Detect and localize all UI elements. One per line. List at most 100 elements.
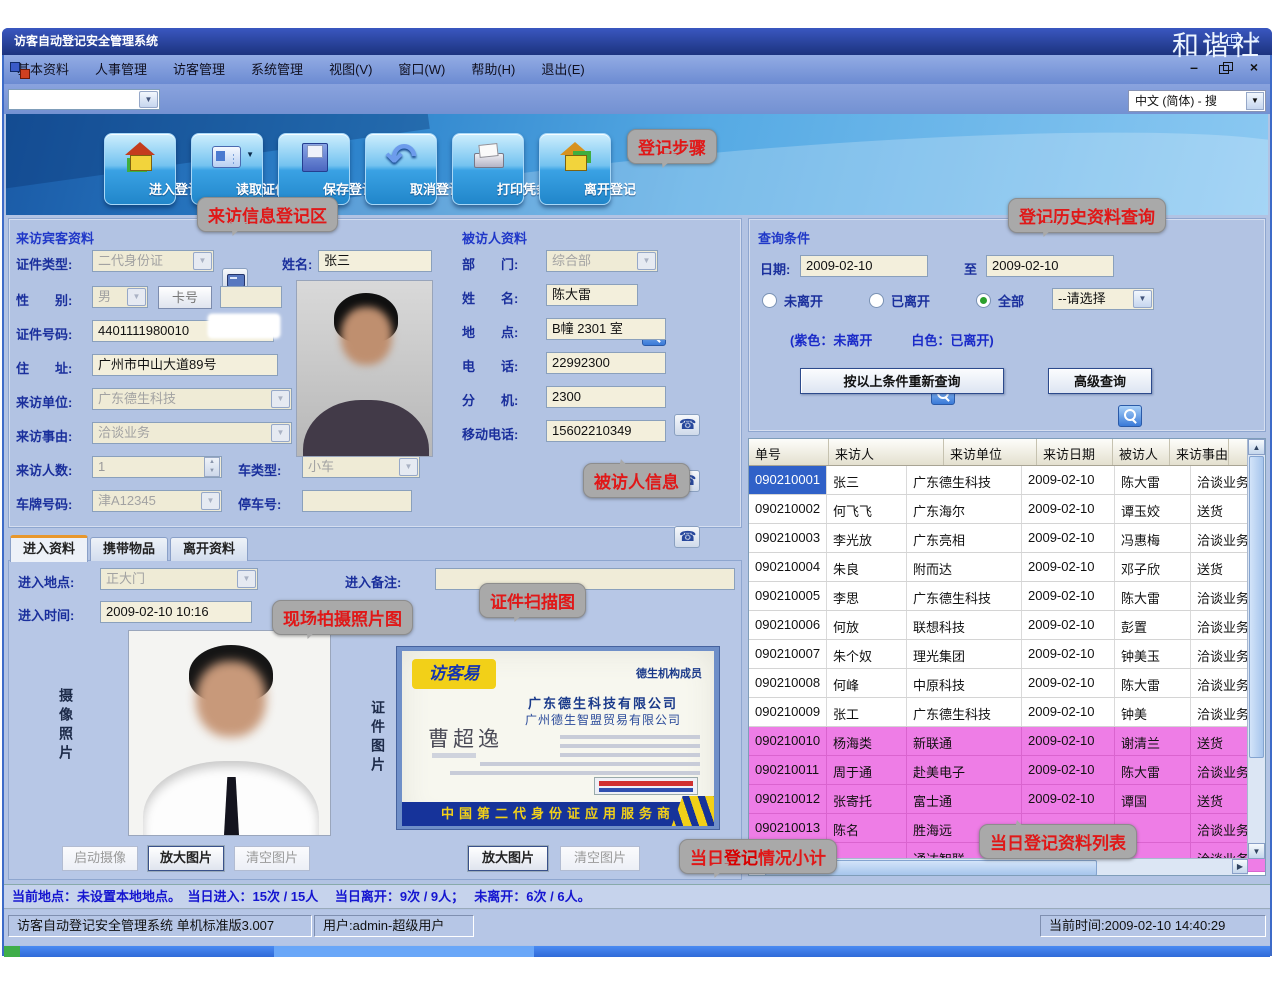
scroll-up-icon[interactable]: ▲ xyxy=(1248,439,1265,455)
tab[interactable]: 进入资料 xyxy=(10,535,88,562)
date-to-field[interactable]: 2009-02-10 xyxy=(986,255,1114,277)
card-action-button[interactable]: 清空图片 xyxy=(560,846,640,871)
table-row[interactable]: 090210008 何峰 中原科技 2009-02-10 陈大雷 洽谈业务 xyxy=(749,669,1265,698)
toolbar-button[interactable]: 离开登记 xyxy=(539,133,611,205)
table-row[interactable]: 090210005 李思 广东德生科技 2009-02-10 陈大雷 洽谈业务 xyxy=(749,582,1265,611)
menu-item[interactable]: 帮助(H) xyxy=(458,55,528,84)
stepper-arrows-icon[interactable]: ▲▼ xyxy=(204,457,220,477)
table-row[interactable]: 090210003 李光放 广东亮相 2009-02-10 冯惠梅 洽谈业务 xyxy=(749,524,1265,553)
ext-field[interactable]: 2300 xyxy=(546,386,666,408)
toolbar-button[interactable]: 保存登记 xyxy=(278,133,350,205)
filter-select[interactable]: --请选择▼ xyxy=(1052,288,1154,310)
radio-icon[interactable] xyxy=(762,293,777,308)
photo-action-button[interactable]: 放大图片 xyxy=(148,846,224,871)
visitor-name-field[interactable]: 张三 xyxy=(318,250,432,272)
chevron-down-icon[interactable]: ▼ xyxy=(1246,92,1264,110)
toolbar-button[interactable]: ▼ 读取证件 xyxy=(191,133,263,205)
parking-field[interactable] xyxy=(302,490,412,512)
date-to-picker-icon[interactable] xyxy=(1118,405,1142,427)
scroll-right-icon[interactable]: ▶ xyxy=(1232,859,1248,874)
menu-item[interactable]: 窗口(W) xyxy=(385,55,458,84)
table-row[interactable]: 090210011 周于通 赴美电子 2009-02-10 陈大雷 洽谈业务 xyxy=(749,756,1265,785)
scrollbar-thumb[interactable] xyxy=(1249,456,1264,758)
chevron-down-icon[interactable]: ▼ xyxy=(139,91,158,108)
dept-select[interactable]: 综合部▼ xyxy=(546,250,658,272)
table-column-header[interactable]: 来访人 xyxy=(829,439,944,465)
table-column-header[interactable]: 来访事由 xyxy=(1170,439,1229,465)
menu-item[interactable]: 系统管理 xyxy=(238,55,316,84)
quick-select-combobox[interactable]: ▼ xyxy=(8,89,160,110)
entry-note-label: 进入备注: xyxy=(345,572,401,591)
card-no-field[interactable] xyxy=(220,286,282,308)
table-row[interactable]: 090210001 张三 广东德生科技 2009-02-10 陈大雷 洽谈业务 xyxy=(749,466,1265,495)
chevron-down-icon[interactable]: ▼ xyxy=(237,570,256,588)
visit-reason-select[interactable]: 洽谈业务▼ xyxy=(92,422,292,444)
entry-place-select[interactable]: 正大门▼ xyxy=(100,568,258,590)
photo-action-button[interactable]: 清空图片 xyxy=(234,846,310,871)
plate-select[interactable]: 津A12345▼ xyxy=(92,490,222,512)
radio-option[interactable]: 全部 xyxy=(976,291,1024,310)
menu-item[interactable]: 人事管理 xyxy=(82,55,160,84)
vertical-scrollbar[interactable]: ▲ ▼ xyxy=(1247,439,1265,859)
cell-reason: 送货 xyxy=(1191,785,1248,813)
photo-action-button[interactable]: 启动摄像 xyxy=(62,846,138,871)
date-from-field[interactable]: 2009-02-10 xyxy=(800,255,928,277)
table-row[interactable]: 090210007 朱个奴 理光集团 2009-02-10 钟美玉 洽谈业务 xyxy=(749,640,1265,669)
menu-item[interactable]: 退出(E) xyxy=(528,55,597,84)
chevron-down-icon[interactable]: ▼ xyxy=(193,252,212,270)
card-contact-line xyxy=(560,744,700,748)
scroll-down-icon[interactable]: ▼ xyxy=(1248,843,1265,859)
toolbar-button[interactable]: 打印凭条 xyxy=(452,133,524,205)
tab[interactable]: 携带物品 xyxy=(90,537,168,561)
entry-time-field[interactable]: 2009-02-10 10:16 xyxy=(100,601,252,623)
phone-field[interactable]: 22992300 xyxy=(546,352,666,374)
chevron-down-icon[interactable]: ▼ xyxy=(127,288,146,306)
app-version-panel: 访客自动登记安全管理系统 单机标准版3.007 xyxy=(8,915,312,937)
dial-phone-icon[interactable] xyxy=(674,414,700,436)
radio-icon[interactable] xyxy=(976,293,991,308)
language-bar[interactable]: 中文 (简体) - 搜 ▼ xyxy=(1128,90,1266,112)
menu-item[interactable]: 视图(V) xyxy=(316,55,385,84)
chevron-down-icon[interactable]: ▼ xyxy=(271,424,290,442)
visitor-count-stepper[interactable]: 1 xyxy=(92,456,222,478)
table-column-header[interactable]: 单号 xyxy=(749,439,829,465)
cert-type-select[interactable]: 二代身份证▼ xyxy=(92,250,214,272)
cell-reason: 洽谈业务 xyxy=(1191,698,1248,726)
advanced-query-button[interactable]: 高级查询 xyxy=(1048,368,1152,394)
mobile-field[interactable]: 15602210349 xyxy=(546,420,666,442)
radio-option[interactable]: 未离开 xyxy=(762,291,823,310)
table-column-header[interactable]: 来访日期 xyxy=(1037,439,1113,465)
dial-mobile-icon[interactable] xyxy=(674,526,700,548)
chevron-down-icon[interactable]: ▼ xyxy=(637,252,656,270)
requery-button[interactable]: 按以上条件重新查询 xyxy=(800,368,1004,394)
radio-icon[interactable] xyxy=(869,293,884,308)
table-row[interactable]: 090210006 何放 联想科技 2009-02-10 彭置 洽谈业务 xyxy=(749,611,1265,640)
visited-name-field[interactable]: 陈大雷 xyxy=(546,284,638,306)
table-row[interactable]: 090210004 朱良 附而达 2009-02-10 邓子欣 送货 xyxy=(749,553,1265,582)
cell-id: 090210012 xyxy=(749,785,827,813)
radio-option[interactable]: 已离开 xyxy=(869,291,930,310)
table-row[interactable]: 090210012 张寄托 富士通 2009-02-10 谭国 送货 xyxy=(749,785,1265,814)
menu-item[interactable]: 访客管理 xyxy=(160,55,238,84)
current-time-panel: 当前时间:2009-02-10 14:40:29 xyxy=(1040,915,1266,937)
vehicle-type-select[interactable]: 小车▼ xyxy=(302,456,420,478)
card-action-button[interactable]: 放大图片 xyxy=(468,846,548,871)
tab[interactable]: 离开资料 xyxy=(170,537,248,561)
cell-company: 广东亮相 xyxy=(907,524,1022,552)
table-column-header[interactable]: 被访人 xyxy=(1113,439,1170,465)
toolbar-button[interactable]: 进入登记 xyxy=(104,133,176,205)
card-no-button[interactable]: 卡号 xyxy=(158,286,212,309)
address-field[interactable]: 广州市中山大道89号 xyxy=(92,354,278,376)
table-row[interactable]: 090210002 何飞飞 广东海尔 2009-02-10 谭玉姣 送货 xyxy=(749,495,1265,524)
chevron-down-icon[interactable]: ▼ xyxy=(201,492,220,510)
table-column-header[interactable]: 来访单位 xyxy=(944,439,1037,465)
location-field[interactable]: B幢 2301 室 xyxy=(546,318,666,340)
chevron-down-icon[interactable]: ▼ xyxy=(1133,290,1152,308)
table-row[interactable]: 090210010 杨海类 新联通 2009-02-10 谢清兰 送货 xyxy=(749,727,1265,756)
table-row[interactable]: 090210009 张工 广东德生科技 2009-02-10 钟美 洽谈业务 xyxy=(749,698,1265,727)
chevron-down-icon[interactable]: ▼ xyxy=(399,458,418,476)
visit-company-select[interactable]: 广东德生科技▼ xyxy=(92,388,292,410)
gender-select[interactable]: 男▼ xyxy=(92,286,148,308)
chevron-down-icon[interactable]: ▼ xyxy=(271,390,290,408)
toolbar-button[interactable]: 取消登记 xyxy=(365,133,437,205)
